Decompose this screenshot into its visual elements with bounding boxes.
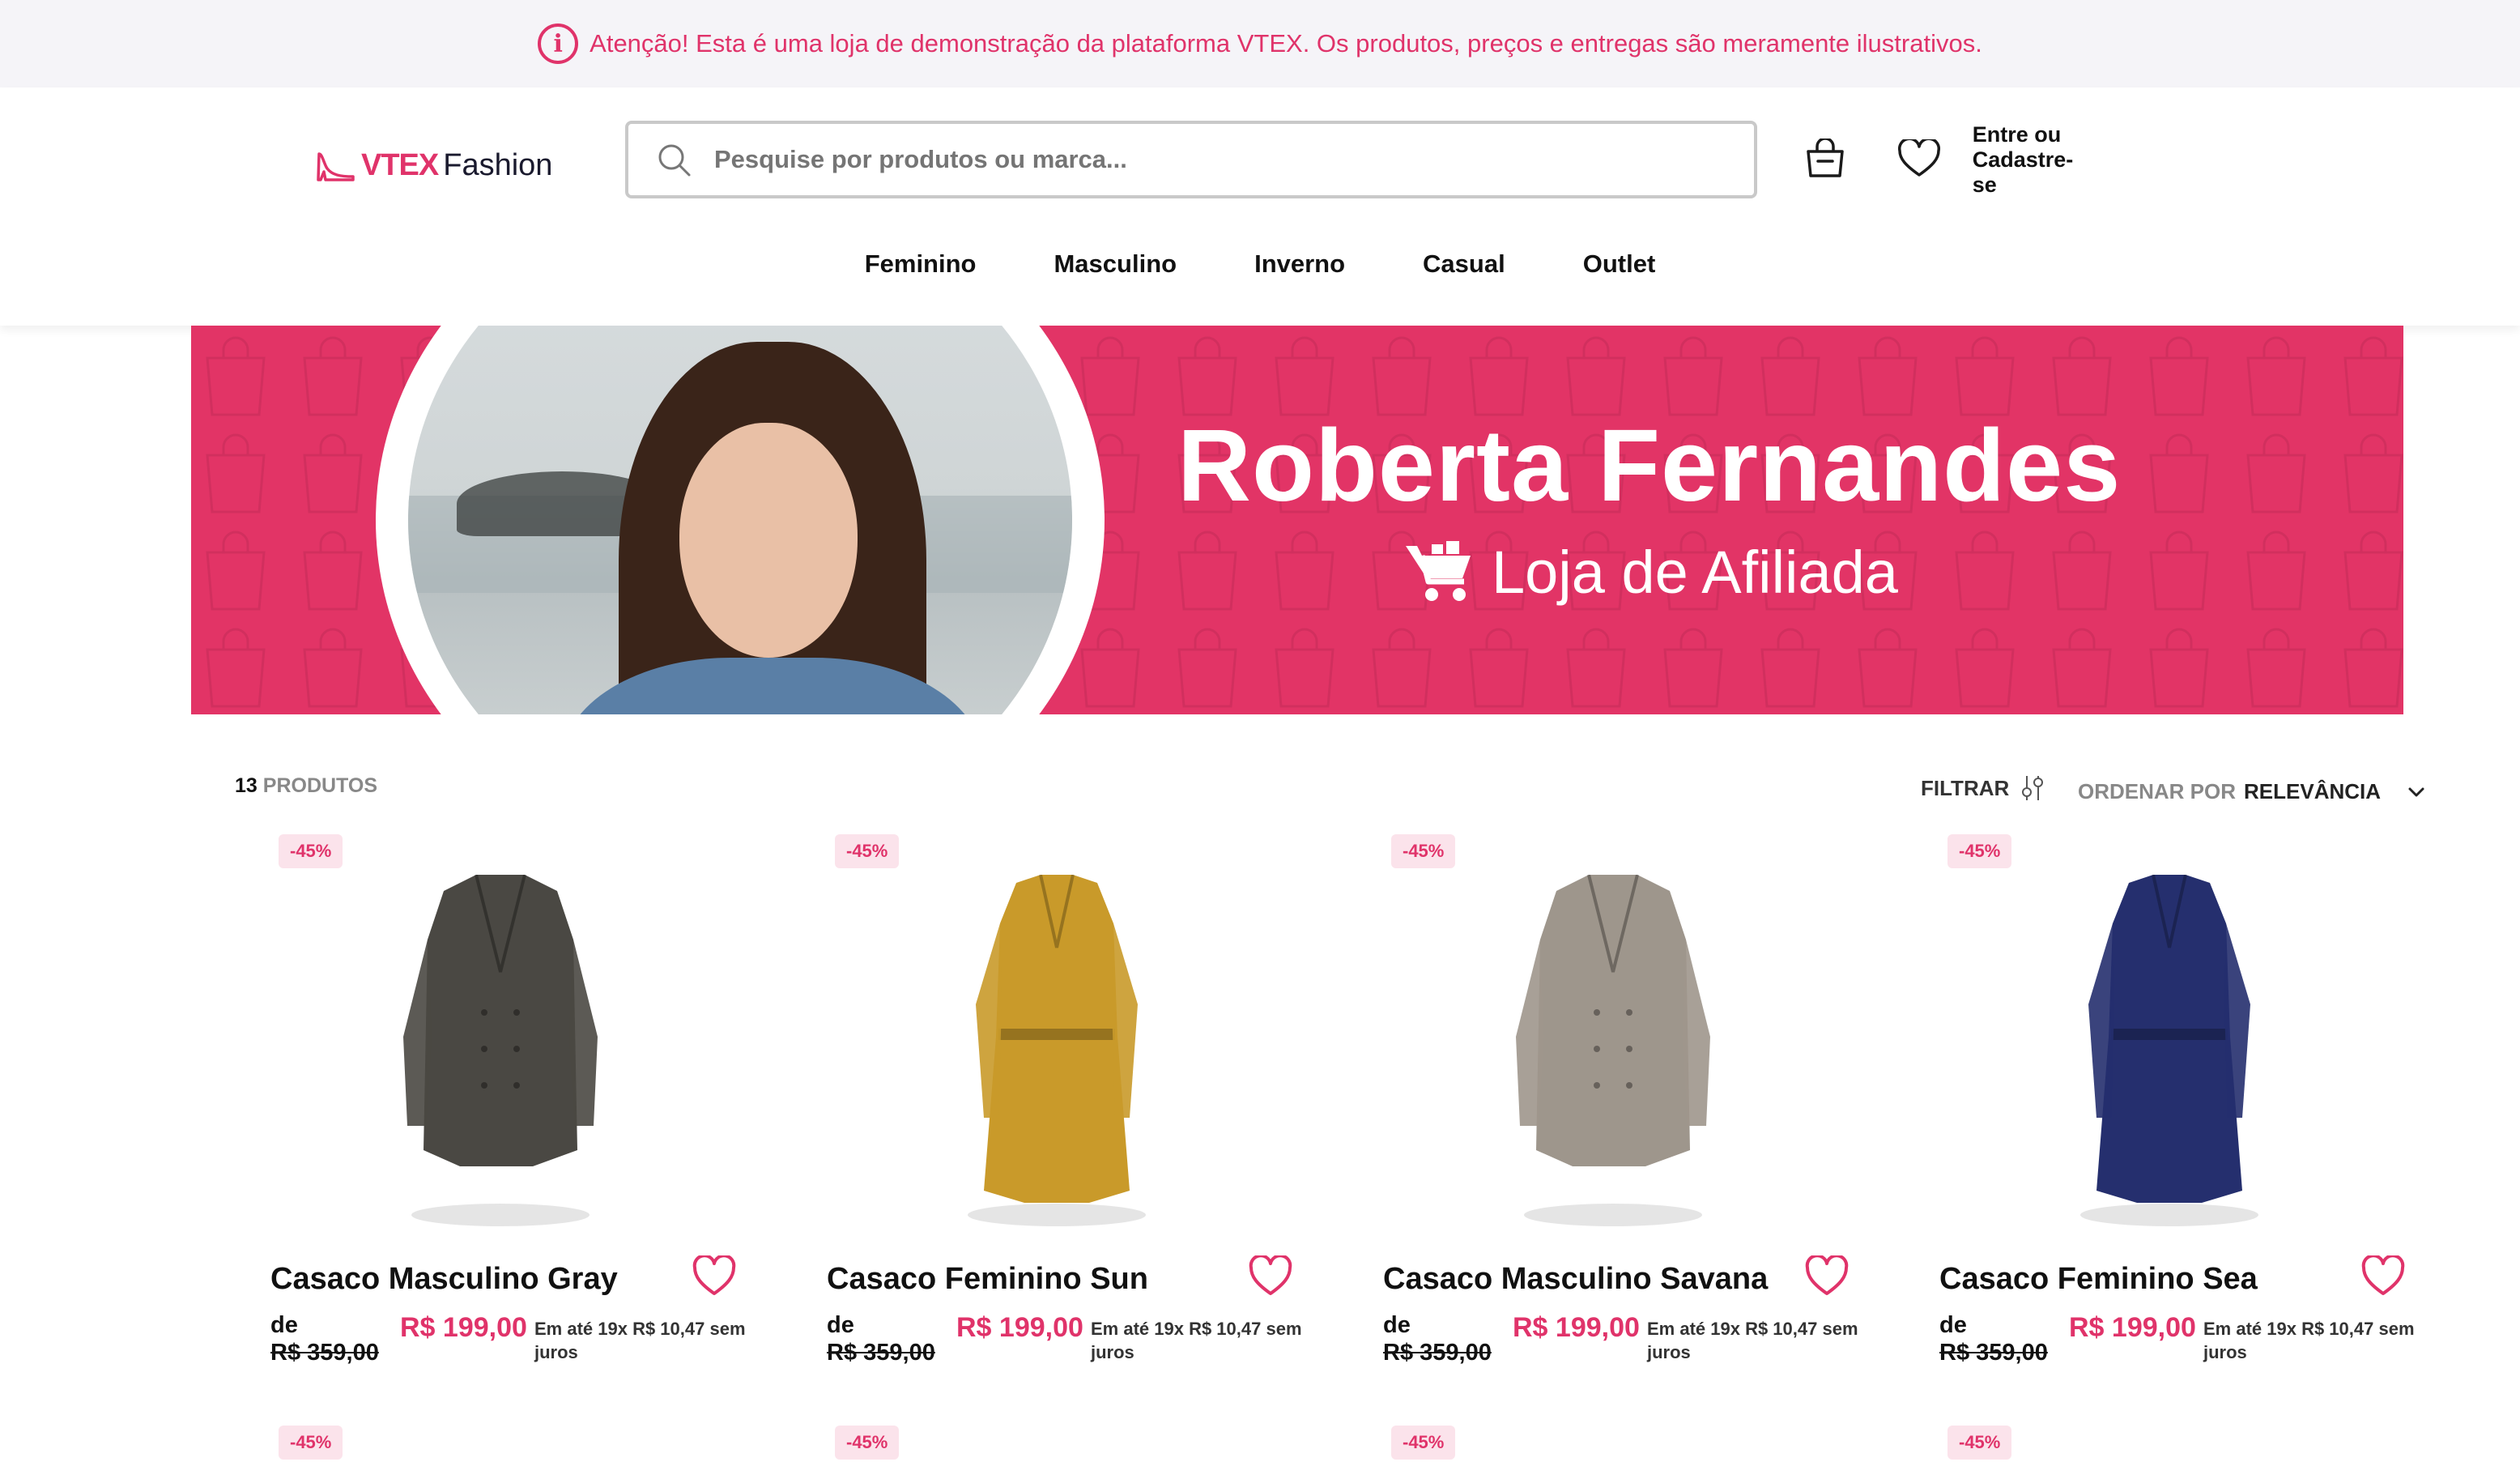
product-card[interactable]: -45%	[1370, 1426, 1888, 1474]
selling-price: R$ 199,00	[1513, 1312, 1640, 1343]
product-count: 13 PRODUTOS	[235, 774, 377, 798]
list-price: R$ 359,00	[1939, 1340, 2048, 1366]
product-card[interactable]: -45% Casaco Masculino Gray de R$ 359,00 …	[258, 826, 776, 1393]
list-price: R$ 359,00	[1383, 1340, 1492, 1366]
logo-vtex-text: VTEX	[361, 147, 439, 182]
header: VTEX Fashion Entre ou Cadastre-se Femini…	[0, 87, 2520, 326]
product-card[interactable]: -45% Casaco Feminino Sun de R$ 359,00 R$…	[814, 826, 1332, 1393]
heart-icon[interactable]	[1248, 1255, 1293, 1298]
product-image[interactable]	[2040, 875, 2299, 1231]
price-block: de R$ 359,00 R$ 199,00 Em até 19x R$ 10,…	[270, 1312, 756, 1377]
store-logo[interactable]: VTEX Fashion	[316, 136, 552, 194]
nav-item-outlet[interactable]: Outlet	[1583, 249, 1656, 279]
product-count-label: PRODUTOS	[262, 774, 377, 797]
order-label: ORDENAR POR	[2078, 779, 2237, 803]
search-icon[interactable]	[656, 142, 692, 177]
product-card[interactable]: -45%	[1926, 1426, 2445, 1474]
list-price: R$ 359,00	[827, 1340, 935, 1366]
chevron-down-icon	[2408, 787, 2424, 796]
discount-badge: -45%	[1391, 1426, 1456, 1460]
discount-badge: -45%	[279, 1426, 343, 1460]
heart-icon[interactable]	[692, 1255, 737, 1298]
nav-item-inverno[interactable]: Inverno	[1254, 249, 1345, 279]
product-image[interactable]	[1483, 875, 1743, 1231]
price-from-label: de	[827, 1312, 854, 1338]
heart-icon[interactable]	[1804, 1255, 1850, 1298]
discount-badge: -45%	[279, 834, 343, 868]
alert-text: Atenção! Esta é uma loja de demonstração…	[590, 29, 1982, 58]
product-name[interactable]: Casaco Feminino Sea	[1939, 1262, 2258, 1297]
filter-button[interactable]: FILTRAR	[1921, 774, 2046, 802]
affiliate-subtitle-text: Loja de Afiliada	[1492, 539, 1898, 606]
list-price: R$ 359,00	[270, 1340, 379, 1366]
discount-badge: -45%	[835, 834, 900, 868]
product-image[interactable]	[371, 875, 630, 1231]
product-count-number: 13	[235, 774, 258, 797]
price-block: de R$ 359,00 R$ 199,00 Em até 19x R$ 10,…	[1383, 1312, 1869, 1377]
nav-item-feminino[interactable]: Feminino	[865, 249, 977, 279]
price-from-label: de	[1383, 1312, 1411, 1338]
product-name[interactable]: Casaco Masculino Savana	[1383, 1262, 1768, 1297]
selling-price: R$ 199,00	[400, 1312, 527, 1343]
nav-item-casual[interactable]: Casual	[1423, 249, 1505, 279]
main-nav: Feminino Masculino Inverno Casual Outlet	[0, 249, 2520, 279]
selling-price: R$ 199,00	[956, 1312, 1083, 1343]
cart-icon	[1406, 540, 1471, 601]
search-input[interactable]	[714, 145, 1686, 174]
affiliate-photo	[408, 326, 1072, 714]
product-card[interactable]: -45%	[814, 1426, 1332, 1474]
price-block: de R$ 359,00 R$ 199,00 Em até 19x R$ 10,…	[827, 1312, 1313, 1377]
login-label: Entre ou Cadastre-se	[1972, 121, 2074, 197]
discount-badge: -45%	[835, 1426, 900, 1460]
cart-button[interactable]	[1799, 133, 1851, 185]
price-block: de R$ 359,00 R$ 199,00 Em até 19x R$ 10,…	[1939, 1312, 2425, 1377]
logo-fashion-text: Fashion	[443, 147, 553, 182]
price-from-label: de	[1939, 1312, 1967, 1338]
discount-badge: -45%	[1947, 1426, 2012, 1460]
login-button[interactable]: Entre ou Cadastre-se	[1973, 122, 2074, 197]
heart-icon	[1898, 139, 1940, 177]
affiliate-subtitle: Loja de Afiliada	[1404, 538, 1898, 607]
installments-text: Em até 19x R$ 10,47 sem juros	[1647, 1319, 1858, 1362]
wishlist-button[interactable]	[1893, 133, 1945, 185]
nav-item-masculino[interactable]: Masculino	[1054, 249, 1177, 279]
installments-text: Em até 19x R$ 10,47 sem juros	[1091, 1319, 1302, 1362]
filter-label: FILTRAR	[1921, 775, 2010, 800]
discount-badge: -45%	[1391, 834, 1456, 868]
installments-text: Em até 19x R$ 10,47 sem juros	[2203, 1319, 2415, 1362]
high-heel-icon	[317, 152, 355, 181]
affiliate-banner: Roberta Fernandes Loja de Afiliada	[191, 326, 2403, 714]
product-card[interactable]: -45% Casaco Feminino Sea de R$ 359,00 R$…	[1926, 826, 2445, 1393]
price-from-label: de	[270, 1312, 298, 1338]
product-name[interactable]: Casaco Masculino Gray	[270, 1262, 618, 1297]
selling-price: R$ 199,00	[2069, 1312, 2196, 1343]
heart-icon[interactable]	[2360, 1255, 2406, 1298]
affiliate-name: Roberta Fernandes	[1177, 408, 2122, 522]
installments-text: Em até 19x R$ 10,47 sem juros	[534, 1319, 746, 1362]
shopping-bag-icon	[1807, 139, 1844, 177]
product-name[interactable]: Casaco Feminino Sun	[827, 1262, 1148, 1297]
order-value: RELEVÂNCIA	[2244, 779, 2382, 803]
demo-alert-bar: i Atenção! Esta é uma loja de demonstraç…	[0, 0, 2520, 87]
filter-sliders-icon	[2022, 776, 2044, 800]
order-dropdown[interactable]: ORDENAR POR RELEVÂNCIA	[2078, 779, 2428, 804]
search-box[interactable]	[625, 121, 1757, 198]
product-card[interactable]: -45% Casaco Masculino Savana de R$ 359,0…	[1370, 826, 1888, 1393]
discount-badge: -45%	[1947, 834, 2012, 868]
product-card[interactable]: -45%	[258, 1426, 776, 1474]
product-image[interactable]	[927, 875, 1186, 1231]
info-icon: i	[538, 23, 579, 64]
